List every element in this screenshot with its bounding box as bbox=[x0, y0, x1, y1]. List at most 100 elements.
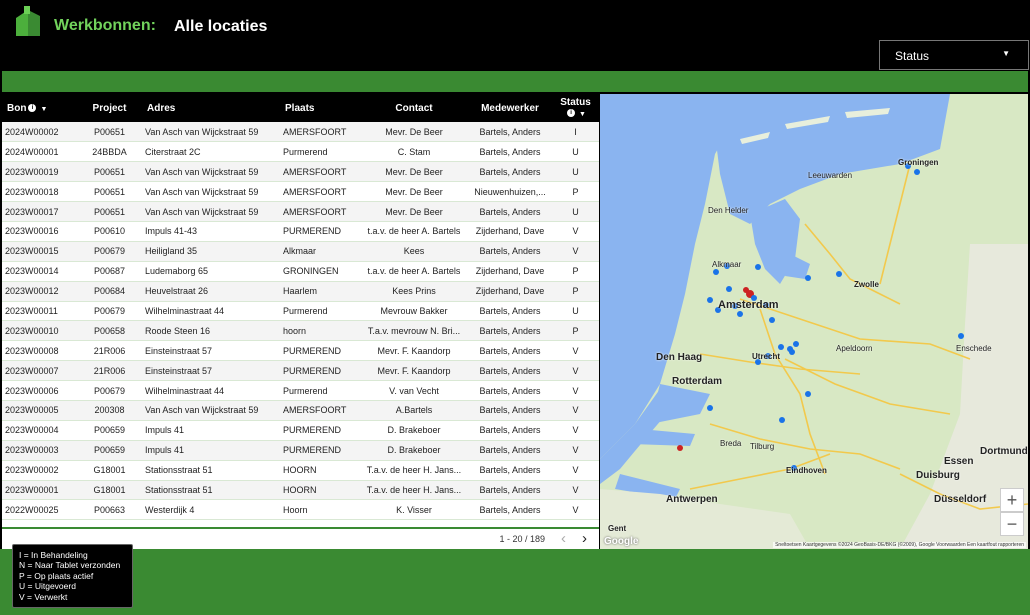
table-row[interactable]: 2023W00008 21R006 Einsteinstraat 57 PURMERE… bbox=[2, 340, 599, 361]
cell-status: P bbox=[572, 325, 579, 336]
table-row[interactable]: 2023W00006 P00679 Wilhelminastraat 44 Purme… bbox=[2, 380, 599, 401]
table-row[interactable]: 2023W00018 P00651 Van Asch van Wijckstraat… bbox=[2, 181, 599, 202]
legend-item: N = Naar Tablet verzonden bbox=[19, 560, 121, 571]
cell-contact: T.a.v. de heer H. Jans... bbox=[366, 465, 462, 476]
cell-adres: Wilhelminastraat 44 bbox=[145, 305, 225, 316]
cell-contact: Mevr. F. Kaandorp bbox=[377, 365, 451, 376]
column-header-contact[interactable]: Contact bbox=[360, 94, 468, 122]
info-icon[interactable]: i bbox=[28, 103, 37, 112]
cell-adres: Heiligland 35 bbox=[145, 246, 198, 257]
cell-contact: Kees Prins bbox=[392, 286, 436, 297]
table-row[interactable]: 2023W00001 G18001 Stationsstraat 51 HOORN T.… bbox=[2, 480, 599, 500]
cell-project: G18001 bbox=[93, 484, 126, 495]
table-row[interactable]: 2024W00002 P00651 Van Asch van Wijckstraat… bbox=[2, 122, 599, 142]
header: Werkbonnen: Alle locaties Status ▼ bbox=[0, 0, 1030, 70]
cell-plaats: HOORN bbox=[283, 465, 317, 476]
sort-down-icon[interactable]: ▼ bbox=[579, 111, 586, 118]
toolbar-bar bbox=[2, 71, 1028, 92]
cell-status: V bbox=[572, 445, 579, 456]
table-row[interactable]: 2023W00012 P00684 Heuvelstraat 26 Haarlem Ke… bbox=[2, 281, 599, 302]
table-row[interactable]: 2023W00003 P00659 Impuls 41 PURMEREND D. Bra… bbox=[2, 440, 599, 461]
cell-status: U bbox=[572, 146, 579, 157]
cell-contact: Mevr. De Beer bbox=[385, 126, 443, 137]
cell-status: V bbox=[572, 504, 579, 515]
locations-map[interactable]: Groningen Leeuwarden Den Helder Alkmaar … bbox=[600, 94, 1028, 549]
table-row[interactable]: 2023W00017 P00651 Van Asch van Wijckstraat… bbox=[2, 201, 599, 222]
table-row[interactable]: 2023W00015 P00679 Heiligland 35 Alkmaar Kees… bbox=[2, 241, 599, 262]
cell-status: V bbox=[572, 246, 579, 257]
next-page-icon[interactable]: › bbox=[582, 531, 587, 546]
column-header-medewerker[interactable]: Medewerker bbox=[468, 94, 552, 122]
table-row[interactable]: 2023W00004 P00659 Impuls 41 PURMEREND D. Bra… bbox=[2, 420, 599, 441]
table-row[interactable]: 2023W00011 P00679 Wilhelminastraat 44 Purme… bbox=[2, 301, 599, 321]
cell-contact: A.Bartels bbox=[395, 405, 433, 416]
table-row[interactable]: 2023W00007 21R006 Einsteinstraat 57 PURMERE… bbox=[2, 360, 599, 381]
status-filter-dropdown[interactable]: Status ▼ bbox=[879, 40, 1029, 70]
map-label-dortmund: Dortmund bbox=[980, 446, 1028, 457]
cell-plaats: AMERSFOORT bbox=[283, 126, 347, 137]
footer-bar bbox=[0, 549, 1030, 615]
map-label-breda: Breda bbox=[720, 439, 742, 448]
cell-contact: Kees bbox=[403, 246, 425, 257]
cell-contact: D. Brakeboer bbox=[387, 425, 441, 436]
prev-page-icon[interactable]: ‹ bbox=[561, 531, 566, 546]
zoom-out-button[interactable]: − bbox=[1000, 512, 1024, 536]
status-legend: I = In Behandeling N = Naar Tablet verzo… bbox=[12, 544, 133, 608]
map-attribution[interactable]: Sneltoetsen Kaartgegevens ©2024 GeoBasis… bbox=[773, 542, 1026, 548]
column-header-adres[interactable]: Adres bbox=[142, 94, 280, 122]
column-header-plaats[interactable]: Plaats bbox=[280, 94, 360, 122]
table-row[interactable]: 2023W00005 200308 Van Asch van Wijckstraat… bbox=[2, 400, 599, 421]
sort-down-icon[interactable]: ▼ bbox=[40, 106, 47, 113]
cell-status: U bbox=[572, 166, 579, 177]
table-row[interactable]: 2023W00014 P00687 Ludemaborg 65 GRONINGEN t.… bbox=[2, 261, 599, 282]
cell-status: P bbox=[572, 186, 579, 197]
cell-bon: 2022W00025 bbox=[5, 504, 59, 515]
map-label-apeldoorn: Apeldoorn bbox=[836, 344, 873, 353]
table-row[interactable]: 2023W00010 P00658 Roode Steen 16 hoorn T.a.v… bbox=[2, 320, 599, 341]
cell-project: P00679 bbox=[93, 246, 126, 257]
zoom-in-button[interactable]: + bbox=[1000, 488, 1024, 512]
cell-adres: Stationsstraat 51 bbox=[145, 465, 213, 476]
table-row[interactable]: 2023W00019 P00651 Van Asch van Wijckstraat… bbox=[2, 161, 599, 182]
column-header-status[interactable]: Status i ▼ bbox=[552, 94, 599, 122]
cell-medewerker: Bartels, Anders bbox=[479, 126, 541, 137]
status-filter-label: Status bbox=[895, 49, 930, 63]
cell-plaats: Haarlem bbox=[283, 286, 318, 297]
cell-project: P00651 bbox=[93, 186, 126, 197]
cell-medewerker: Zijderhand, Dave bbox=[475, 286, 545, 297]
cell-adres: Van Asch van Wijckstraat 59 bbox=[145, 126, 259, 137]
cell-bon: 2023W00008 bbox=[5, 345, 59, 356]
cell-medewerker: Bartels, Anders bbox=[479, 405, 541, 416]
column-header-project[interactable]: Project bbox=[77, 94, 142, 122]
table-row[interactable]: 2022W00025 P00663 Westerdijk 4 Hoorn K. Viss… bbox=[2, 499, 599, 520]
table-row[interactable]: 2023W00002 G18001 Stationsstraat 51 HOORN T.… bbox=[2, 460, 599, 481]
table-row[interactable]: 2024W00001 24BBDA Citerstraat 2C Purmerend C… bbox=[2, 141, 599, 162]
cell-plaats: hoorn bbox=[283, 325, 307, 336]
cell-bon: 2023W00015 bbox=[5, 246, 59, 257]
cell-adres: Van Asch van Wijckstraat 59 bbox=[145, 186, 259, 197]
map-label-den-haag: Den Haag bbox=[656, 352, 703, 363]
cell-medewerker: Bartels, Anders bbox=[479, 246, 541, 257]
cell-status: V bbox=[572, 425, 579, 436]
table-row[interactable]: 2023W00016 P00610 Impuls 41-43 PURMEREND t.a… bbox=[2, 221, 599, 242]
info-icon[interactable]: i bbox=[567, 108, 576, 117]
cell-status: V bbox=[572, 345, 579, 356]
cell-status: V bbox=[572, 484, 579, 495]
map-label-enschede: Enschede bbox=[956, 344, 992, 353]
legend-item: I = In Behandeling bbox=[19, 550, 88, 560]
page-title: Alle locaties bbox=[174, 18, 268, 35]
cell-adres: Wilhelminastraat 44 bbox=[145, 385, 225, 396]
column-header-bon[interactable]: Bon i ▼ bbox=[2, 94, 77, 122]
cell-adres: Impuls 41 bbox=[145, 425, 185, 436]
cell-medewerker: Bartels, Anders bbox=[479, 504, 541, 515]
pagination: 1 - 20 / 189 ‹ › bbox=[499, 530, 587, 548]
cell-medewerker: Bartels, Anders bbox=[479, 385, 541, 396]
cell-adres: Van Asch van Wijckstraat 59 bbox=[145, 405, 259, 416]
legend-item: P = Op plaats actief bbox=[19, 570, 94, 581]
cell-project: 21R006 bbox=[93, 365, 126, 376]
cell-plaats: Purmerend bbox=[283, 385, 328, 396]
cell-status: P bbox=[572, 266, 579, 277]
cell-status: V bbox=[572, 365, 579, 376]
cell-adres: Citerstraat 2C bbox=[145, 146, 201, 157]
cell-bon: 2023W00011 bbox=[5, 305, 58, 316]
